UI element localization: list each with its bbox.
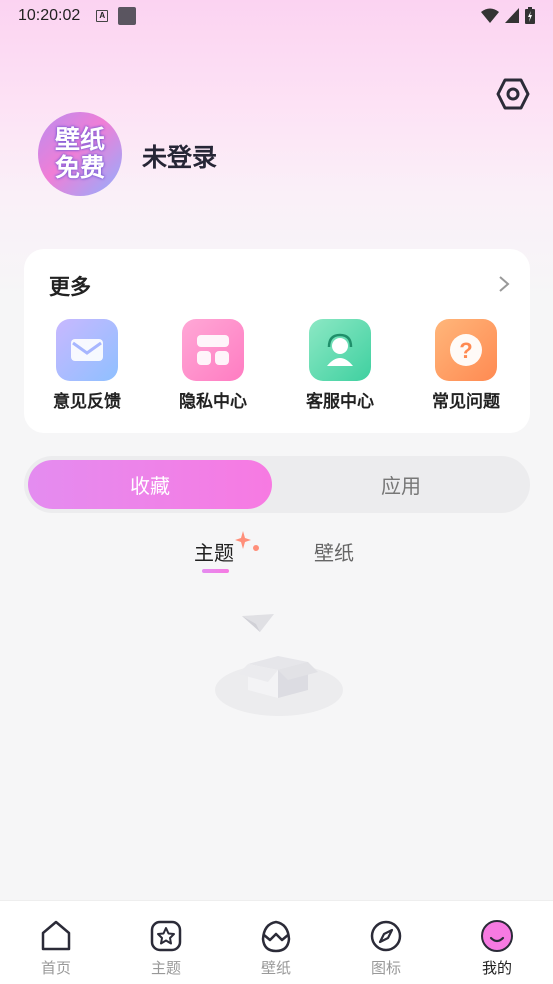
svg-text:?: ? bbox=[459, 338, 472, 363]
tab-apps[interactable]: 应用 bbox=[276, 460, 526, 509]
more-card: 更多 意见反馈 隐私中心 客服中心 ? 常见问题 bbox=[24, 249, 530, 433]
settings-hexagon-icon[interactable] bbox=[496, 77, 530, 111]
nav-mine[interactable]: 我的 bbox=[457, 919, 537, 978]
sub-tab-themes[interactable]: 主题 bbox=[194, 537, 234, 566]
status-bar: 10:20:02 A bbox=[0, 0, 553, 32]
customer-service-icon bbox=[309, 319, 371, 381]
status-indicators bbox=[481, 7, 535, 24]
notification-square-icon bbox=[118, 7, 137, 25]
more-item-label: 常见问题 bbox=[432, 392, 500, 412]
signal-icon bbox=[505, 8, 519, 23]
question-icon: ? bbox=[435, 319, 497, 381]
avatar-text-line2: 免费 bbox=[54, 153, 105, 182]
sparkle-icon bbox=[235, 531, 259, 551]
nav-label: 首页 bbox=[40, 959, 71, 977]
segmented-control: 收藏 应用 bbox=[24, 456, 530, 513]
nav-label: 图标 bbox=[370, 959, 401, 977]
nav-label: 壁纸 bbox=[260, 959, 291, 977]
smiley-icon bbox=[481, 920, 513, 952]
login-status[interactable]: 未登录 bbox=[142, 138, 217, 174]
compass-icon bbox=[370, 920, 402, 952]
more-item-label: 隐私中心 bbox=[179, 392, 247, 412]
more-item-label: 意见反馈 bbox=[53, 392, 121, 412]
more-item-feedback[interactable]: 意见反馈 bbox=[37, 319, 137, 412]
sub-tab-wallpapers[interactable]: 壁纸 bbox=[314, 537, 354, 566]
feedback-envelope-icon bbox=[56, 319, 118, 381]
sub-tab-underline bbox=[202, 569, 229, 573]
home-icon bbox=[41, 920, 71, 951]
more-item-privacy[interactable]: 隐私中心 bbox=[163, 319, 263, 412]
avatar[interactable]: 壁纸 免费 bbox=[38, 112, 122, 196]
more-title: 更多 bbox=[49, 275, 91, 299]
avatar-text-line1: 壁纸 bbox=[54, 125, 105, 154]
nav-home[interactable]: 首页 bbox=[16, 919, 96, 978]
status-time: 10:20:02 bbox=[18, 7, 81, 24]
more-item-customer-service[interactable]: 客服中心 bbox=[290, 319, 390, 412]
tab-favorites[interactable]: 收藏 bbox=[28, 460, 272, 509]
nav-wallpapers[interactable]: 壁纸 bbox=[236, 919, 316, 978]
nav-label: 我的 bbox=[481, 959, 512, 977]
egg-icon bbox=[261, 920, 291, 953]
more-item-label: 客服中心 bbox=[306, 392, 374, 412]
privacy-grid-icon bbox=[182, 319, 244, 381]
star-icon bbox=[150, 920, 182, 952]
more-item-faq[interactable]: ? 常见问题 bbox=[416, 319, 516, 412]
chevron-right-icon[interactable] bbox=[498, 275, 510, 293]
nav-label: 主题 bbox=[150, 959, 181, 977]
wifi-icon bbox=[481, 8, 499, 23]
nav-themes[interactable]: 主题 bbox=[126, 919, 206, 978]
empty-box-illustration bbox=[215, 614, 343, 716]
bottom-navigation: 首页 主题 壁纸 图标 我的 bbox=[0, 900, 553, 984]
notification-badge: A bbox=[96, 10, 109, 22]
battery-icon bbox=[525, 7, 535, 24]
nav-icons[interactable]: 图标 bbox=[346, 919, 426, 978]
